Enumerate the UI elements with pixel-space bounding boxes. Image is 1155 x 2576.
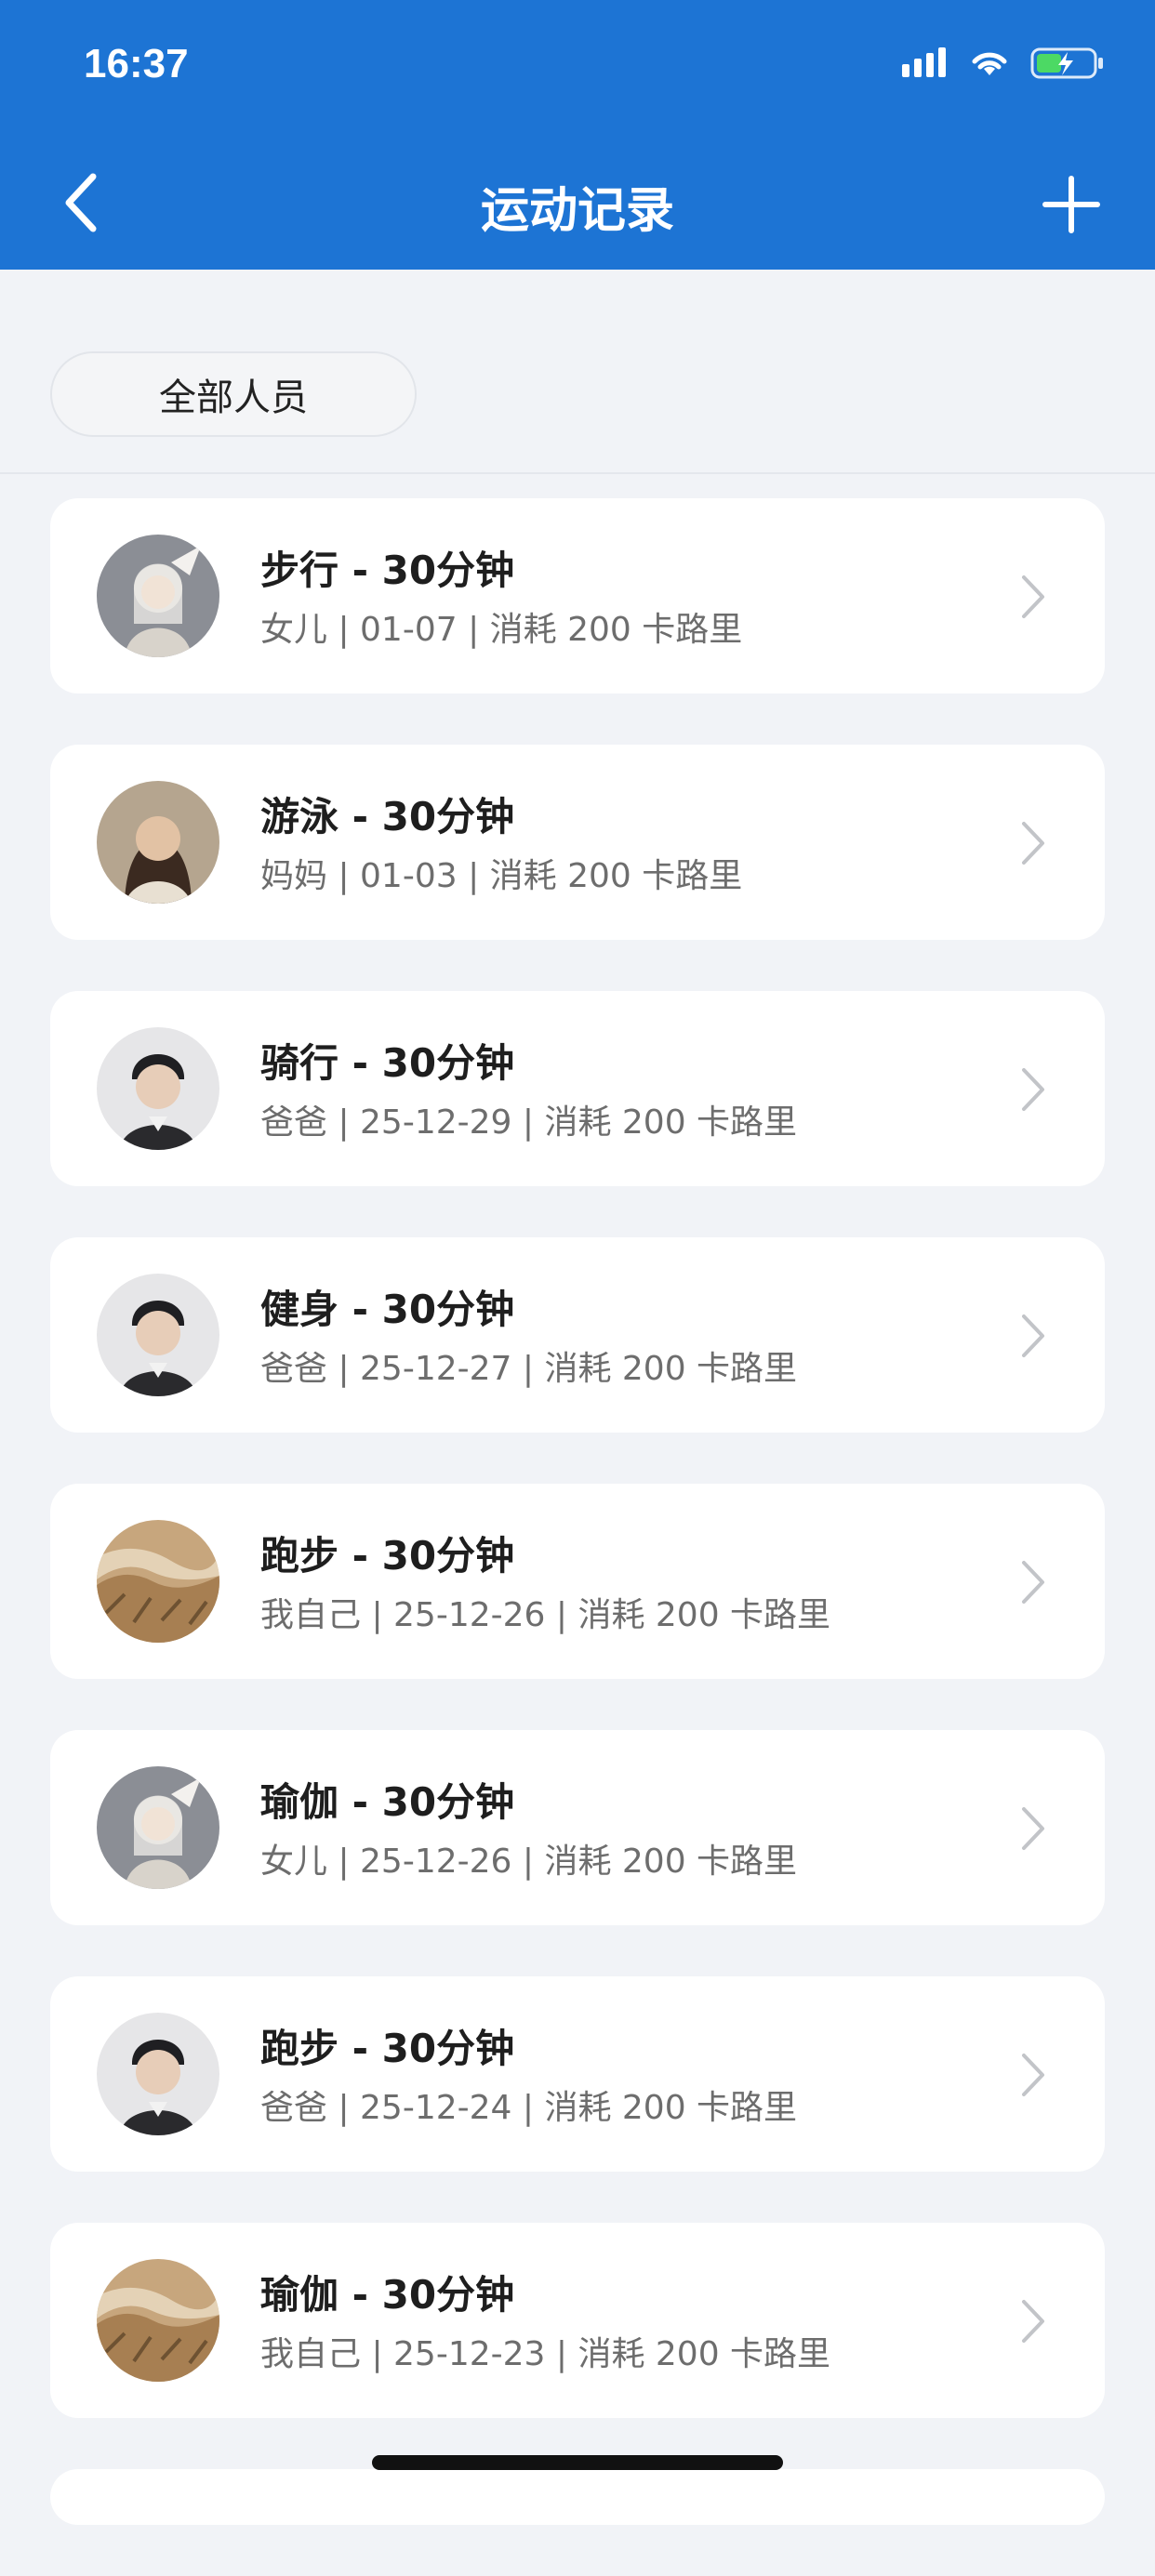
status-time: 16:37 (84, 41, 189, 86)
wifi-icon (972, 52, 1007, 75)
record-title: 跑步 - 30分钟 (260, 1533, 515, 1579)
record-card-partial[interactable] (50, 2469, 1105, 2525)
record-title: 瑜伽 - 30分钟 (260, 2272, 515, 2318)
record-title: 瑜伽 - 30分钟 (260, 1779, 515, 1825)
record-title: 骑行 - 30分钟 (260, 1040, 515, 1086)
status-icons (902, 46, 1105, 80)
avatar (97, 1027, 219, 1150)
plus-icon (1042, 176, 1100, 233)
avatar (97, 2013, 219, 2135)
chevron-right-icon (1019, 1065, 1047, 1114)
chevron-right-icon (1019, 1312, 1047, 1360)
battery-charging-icon (1030, 47, 1103, 79)
record-title: 跑步 - 30分钟 (260, 2026, 515, 2071)
avatar (97, 1520, 219, 1643)
add-record-button[interactable] (1040, 173, 1103, 236)
chevron-right-icon (1019, 1804, 1047, 1853)
record-card[interactable]: 步行 - 30分钟女儿 | 01-07 | 消耗 200 卡路里 (50, 498, 1105, 694)
exercise-record-list: 步行 - 30分钟女儿 | 01-07 | 消耗 200 卡路里游泳 - 30分… (50, 498, 1105, 2576)
signal-icon (902, 47, 946, 77)
record-title: 步行 - 30分钟 (260, 548, 515, 593)
avatar (97, 535, 219, 657)
record-subtitle: 女儿 | 25-12-26 | 消耗 200 卡路里 (260, 1843, 798, 1881)
record-card[interactable]: 瑜伽 - 30分钟女儿 | 25-12-26 | 消耗 200 卡路里 (50, 1730, 1105, 1925)
record-card[interactable]: 跑步 - 30分钟我自己 | 25-12-26 | 消耗 200 卡路里 (50, 1484, 1105, 1679)
record-subtitle: 我自己 | 25-12-23 | 消耗 200 卡路里 (260, 2335, 831, 2373)
chevron-right-icon (1019, 2051, 1047, 2099)
chevron-right-icon (1019, 2297, 1047, 2345)
record-card[interactable]: 跑步 - 30分钟爸爸 | 25-12-24 | 消耗 200 卡路里 (50, 1976, 1105, 2172)
filter-bar: 全部人员 (0, 270, 1155, 474)
chevron-right-icon (1019, 573, 1047, 621)
page-title: 运动记录 (480, 183, 674, 239)
top-app-bar: 16:37 运动记录 (0, 0, 1155, 270)
record-subtitle: 我自己 | 25-12-26 | 消耗 200 卡路里 (260, 1596, 831, 1634)
chevron-right-icon (1019, 819, 1047, 867)
record-card[interactable]: 瑜伽 - 30分钟我自己 | 25-12-23 | 消耗 200 卡路里 (50, 2223, 1105, 2418)
record-card[interactable]: 健身 - 30分钟爸爸 | 25-12-27 | 消耗 200 卡路里 (50, 1237, 1105, 1433)
chevron-right-icon (1019, 1558, 1047, 1606)
record-title: 游泳 - 30分钟 (260, 794, 515, 839)
member-filter-button[interactable]: 全部人员 (50, 351, 417, 437)
avatar (97, 1766, 219, 1889)
record-card[interactable]: 骑行 - 30分钟爸爸 | 25-12-29 | 消耗 200 卡路里 (50, 991, 1105, 1186)
avatar (97, 1274, 219, 1396)
record-subtitle: 爸爸 | 25-12-27 | 消耗 200 卡路里 (260, 1350, 798, 1388)
home-indicator (372, 2455, 783, 2470)
avatar (97, 781, 219, 904)
avatar (97, 2259, 219, 2382)
record-subtitle: 妈妈 | 01-03 | 消耗 200 卡路里 (260, 857, 743, 895)
record-subtitle: 女儿 | 01-07 | 消耗 200 卡路里 (260, 611, 743, 649)
record-subtitle: 爸爸 | 25-12-29 | 消耗 200 卡路里 (260, 1103, 798, 1142)
record-subtitle: 爸爸 | 25-12-24 | 消耗 200 卡路里 (260, 2089, 798, 2127)
record-card[interactable]: 游泳 - 30分钟妈妈 | 01-03 | 消耗 200 卡路里 (50, 745, 1105, 940)
record-title: 健身 - 30分钟 (260, 1287, 515, 1332)
